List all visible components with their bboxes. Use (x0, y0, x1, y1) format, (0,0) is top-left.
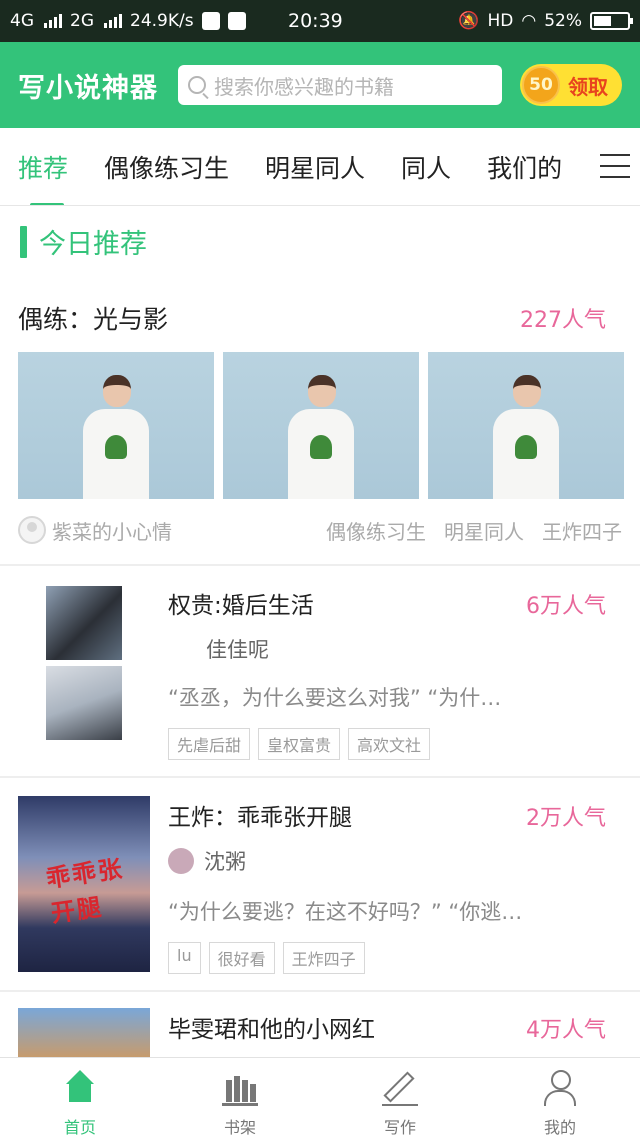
book-popularity: 6万人气 (526, 594, 606, 619)
claim-label: 领取 (568, 74, 608, 99)
book-tag[interactable]: lu (168, 942, 201, 974)
cover-image: 乖乖张开腿 (18, 796, 150, 972)
cover-image (18, 1008, 150, 1057)
featured-photo[interactable] (428, 352, 624, 499)
book-title[interactable]: 毕雯珺和他的小网红 (168, 1010, 375, 1044)
featured-popularity: 227人气 (520, 308, 606, 333)
featured-tag[interactable]: 王炸四子 (542, 516, 622, 545)
app-title: 写小说神器 (18, 72, 158, 104)
featured-tag[interactable]: 明星同人 (444, 516, 524, 545)
mute-icon: 🔕 (458, 11, 480, 31)
book-cover[interactable] (18, 1008, 150, 1057)
book-author-name: 沈粥 (204, 850, 246, 874)
nav-bookshelf[interactable]: 书架 (160, 1058, 320, 1138)
network-speed: 24.9K/s (130, 11, 194, 31)
wifi-icon: ◠ (521, 11, 537, 31)
nav-write-label: 写作 (383, 1118, 416, 1137)
book-tag[interactable]: 王炸四子 (282, 942, 365, 974)
tab-ours[interactable]: 我们的 (487, 149, 562, 185)
claim-coins-button[interactable]: 50 领取 (520, 64, 622, 106)
battery-icon (590, 12, 633, 30)
pen-icon (382, 1070, 418, 1106)
home-icon (62, 1070, 98, 1106)
menu-icon[interactable] (600, 154, 630, 178)
book-title[interactable]: 王炸：乖乖张开腿 (168, 798, 352, 832)
tab-fanfic[interactable]: 同人 (401, 149, 451, 185)
featured-meta: 紫菜的小心情 偶像练习生 明星同人 王炸四子 (18, 514, 622, 546)
book-title[interactable]: 权贵:婚后生活 (168, 586, 314, 620)
hd-label: HD (487, 11, 514, 31)
featured-tag[interactable]: 偶像练习生 (326, 516, 426, 545)
featured-author[interactable]: 紫菜的小心情 (52, 516, 172, 545)
search-placeholder: 搜索你感兴趣的书籍 (214, 74, 394, 99)
nav-home-label: 首页 (63, 1118, 96, 1137)
section-title: 今日推荐 (39, 229, 147, 260)
book-tag[interactable]: 先虐后甜 (168, 728, 251, 760)
divider (0, 776, 640, 778)
network-label-2g: 2G (70, 11, 94, 31)
category-tabs: 推荐 偶像练习生 明星同人 同人 我们的 (0, 128, 640, 206)
nav-bookshelf-label: 书架 (223, 1118, 256, 1137)
tab-recommend[interactable]: 推荐 (18, 149, 68, 205)
author-avatar-icon (18, 516, 46, 544)
book-item[interactable]: 乖乖张开腿 王炸：乖乖张开腿 2万人气 沈粥 “为什么要逃？在这不好吗？” “你… (0, 796, 640, 974)
book-tags: lu 很好看 王炸四子 (168, 942, 365, 974)
section-accent-bar (20, 225, 27, 258)
book-excerpt: “为什么要逃？在这不好吗？” “你逃… (168, 900, 523, 924)
featured-photo[interactable] (223, 352, 419, 499)
book-author[interactable]: 沈粥 (168, 846, 246, 876)
book-tag[interactable]: 皇权富贵 (258, 728, 341, 760)
coin-icon: 50 (522, 66, 560, 104)
tab-celebrity-fanfic[interactable]: 明星同人 (265, 149, 365, 185)
book-popularity: 4万人气 (526, 1018, 606, 1043)
section-header: 今日推荐 (20, 222, 147, 261)
book-item[interactable]: 权贵:婚后生活 6万人气 佳佳呢 “丞丞，为什么要这么对我” “为什… 先虐后甜… (0, 586, 640, 762)
user-icon (542, 1070, 578, 1106)
divider (0, 564, 640, 566)
person-figure (79, 375, 153, 499)
search-input[interactable]: 搜索你感兴趣的书籍 (178, 65, 502, 105)
signal-icon-2 (104, 14, 122, 28)
nav-profile-label: 我的 (543, 1118, 576, 1137)
app-header: 写小说神器 搜索你感兴趣的书籍 50 领取 (0, 42, 640, 128)
person-figure (489, 375, 563, 499)
book-tags: 先虐后甜 皇权富贵 高欢文社 (168, 728, 431, 760)
book-cover[interactable] (18, 586, 150, 756)
cover-title-text: 乖乖张开腿 (44, 854, 126, 928)
search-icon (188, 76, 206, 94)
bookshelf-icon (222, 1070, 258, 1106)
nav-write[interactable]: 写作 (320, 1058, 480, 1138)
book-item[interactable]: 毕雯珺和他的小网红 4万人气 (0, 1008, 640, 1057)
status-time: 20:39 (288, 10, 343, 32)
person-figure (284, 375, 358, 499)
android-notification-icon (201, 12, 220, 30)
network-label-4g: 4G (10, 11, 34, 31)
book-cover[interactable]: 乖乖张开腿 (18, 796, 150, 972)
cover-image (46, 666, 122, 740)
book-tag[interactable]: 高欢文社 (348, 728, 431, 760)
book-tag[interactable]: 很好看 (208, 942, 275, 974)
nav-home[interactable]: 首页 (0, 1058, 160, 1138)
book-author-name: 佳佳呢 (206, 638, 269, 662)
divider (0, 990, 640, 992)
bottom-navigation: 首页 书架 写作 我的 (0, 1057, 640, 1138)
book-popularity: 2万人气 (526, 806, 606, 831)
battery-percent: 52% (544, 11, 582, 31)
bag-notification-icon (227, 12, 246, 30)
featured-photos[interactable] (18, 352, 624, 499)
cover-image (46, 586, 122, 660)
nav-profile[interactable]: 我的 (480, 1058, 640, 1138)
tab-idol-producer[interactable]: 偶像练习生 (104, 149, 229, 185)
book-author[interactable]: 佳佳呢 (206, 634, 269, 664)
book-excerpt: “丞丞，为什么要这么对我” “为什… (168, 686, 502, 710)
featured-photo[interactable] (18, 352, 214, 499)
author-avatar (168, 848, 194, 874)
featured-title[interactable]: 偶练：光与影 (18, 300, 168, 336)
signal-icon (44, 14, 62, 28)
status-bar: 4G 2G 24.9K/s 20:39 🔕 HD ◠ 52% (0, 0, 640, 42)
